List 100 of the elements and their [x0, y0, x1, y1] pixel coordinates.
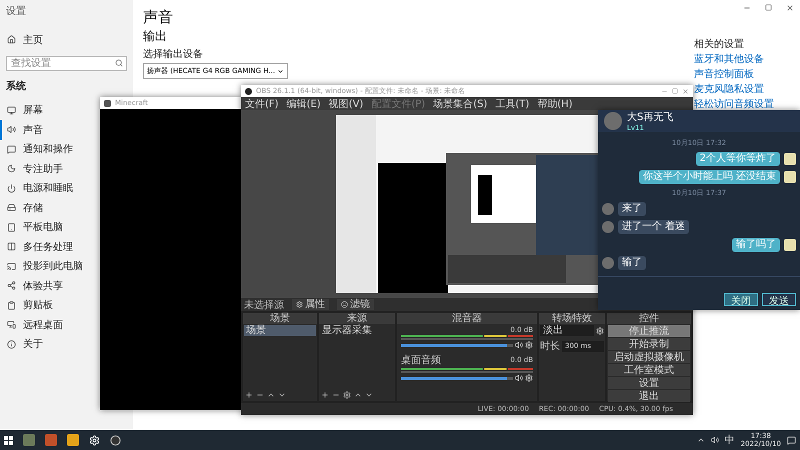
avatar-icon: [604, 112, 622, 130]
avatar-icon: [784, 153, 796, 165]
sidebar-item[interactable]: 投影到此电脑: [0, 256, 87, 276]
home-nav-item[interactable]: 主页: [0, 30, 47, 50]
window-title: 设置: [5, 4, 27, 18]
speaker-icon[interactable]: [515, 374, 523, 382]
search-field[interactable]: 查找设置: [6, 56, 127, 70]
settings-icon[interactable]: [343, 391, 351, 399]
panel-title: 来源: [319, 313, 395, 324]
chat-button[interactable]: 关闭: [724, 293, 758, 306]
panel-title: 混音器: [397, 313, 537, 324]
maximize-icon[interactable]: [765, 4, 772, 11]
home-icon: [7, 35, 16, 44]
chevron-up-icon[interactable]: [696, 436, 705, 444]
nav-icon: [7, 106, 16, 115]
sent-message: 2个人等你等炸了: [696, 152, 780, 166]
menu-item[interactable]: 编辑(E): [286, 96, 321, 110]
notification-icon[interactable]: [787, 436, 796, 444]
received-message: 来了: [618, 202, 646, 216]
sidebar-item[interactable]: 通知和操作: [0, 140, 77, 159]
page-title: 声音: [143, 8, 174, 26]
sidebar-item[interactable]: 存储: [0, 198, 47, 218]
received-message: 输了: [618, 256, 646, 270]
toolbar-button[interactable]: 属性: [292, 299, 329, 310]
related-link[interactable]: 蓝牙和其他设备: [694, 53, 800, 66]
nav-icon: [7, 203, 16, 212]
close-icon[interactable]: [786, 4, 794, 12]
nav-icon: [7, 340, 16, 349]
search-icon: [115, 58, 123, 66]
avatar-icon: [602, 203, 614, 215]
sidebar-item[interactable]: 电源和睡眠: [0, 178, 77, 198]
source-item[interactable]: 显示器采集: [320, 325, 394, 336]
add-icon[interactable]: [245, 391, 253, 399]
related-link[interactable]: 声音控制面板: [694, 68, 800, 81]
sent-message: 输了吗了: [732, 238, 780, 252]
avatar-icon: [784, 171, 796, 183]
menu-item[interactable]: 帮助(H): [537, 96, 573, 110]
scene-item[interactable]: 场景: [244, 325, 316, 336]
control-button[interactable]: 开始录制: [608, 338, 690, 350]
nav-icon: [7, 144, 16, 154]
nav-icon: [7, 125, 16, 134]
nav-icon: [7, 184, 16, 193]
settings-icon[interactable]: [596, 326, 604, 334]
nav-icon: [7, 242, 16, 252]
panel-title: 控件: [607, 313, 691, 324]
transition-dropdown[interactable]: 淡出: [540, 325, 594, 336]
nav-icon: [7, 320, 16, 330]
control-button[interactable]: 启动虚拟摄像机: [608, 351, 690, 363]
nav-icon: [7, 281, 16, 290]
sidebar-item[interactable]: 声音: [0, 120, 47, 140]
toolbar-button[interactable]: 滤镜: [337, 299, 374, 310]
speaker-icon[interactable]: [515, 341, 523, 349]
control-button[interactable]: 设置: [608, 377, 690, 389]
track-name: 桌面音频: [401, 354, 441, 367]
field-label: 选择输出设备: [143, 48, 204, 61]
sidebar-item[interactable]: 专注助手: [0, 159, 67, 178]
sidebar-item[interactable]: 屏幕: [0, 100, 47, 120]
add-icon[interactable]: [321, 391, 329, 399]
maximize-icon[interactable]: [672, 88, 678, 94]
chevron-down-icon[interactable]: [365, 391, 373, 399]
ime-indicator[interactable]: 中: [724, 433, 735, 447]
chat-button[interactable]: 发送: [762, 293, 796, 306]
selection-label: 未选择源: [244, 298, 284, 312]
panel-title: 场景: [243, 313, 317, 324]
control-button[interactable]: 工作室模式: [608, 364, 690, 376]
sidebar-item[interactable]: 多任务处理: [0, 237, 77, 256]
settings-icon[interactable]: [525, 374, 533, 382]
panel-title: 转场特效: [539, 313, 605, 324]
nav-icon: [7, 262, 16, 271]
menu-item[interactable]: 视图(V): [328, 96, 364, 110]
sidebar-item[interactable]: 平板电脑: [0, 218, 67, 237]
received-message: 进了一个 着迷: [618, 220, 690, 234]
sidebar-item[interactable]: 关于: [0, 334, 47, 354]
section-heading: 系统: [5, 80, 27, 92]
gear-icon: [296, 301, 303, 308]
sidebar-item[interactable]: 体验共享: [0, 276, 67, 296]
nav-icon: [7, 300, 16, 310]
chevron-down-icon[interactable]: [278, 391, 286, 399]
chevron-up-icon[interactable]: [267, 391, 275, 399]
control-button[interactable]: 退出: [608, 390, 690, 402]
speaker-icon[interactable]: [710, 436, 719, 444]
sent-message: 你这半个小时能上吗 还没结束: [638, 170, 780, 184]
contact-name: 大S再无飞: [627, 110, 674, 124]
sidebar-item[interactable]: 远程桌面: [0, 315, 67, 334]
field-label: 时长: [540, 340, 560, 353]
nav-icon: [7, 164, 16, 174]
menu-item[interactable]: 工具(T): [495, 96, 530, 110]
menu-item[interactable]: 文件(F): [245, 96, 279, 110]
avatar-icon: [602, 257, 614, 269]
related-link[interactable]: 轻松访问音频设置: [694, 98, 800, 111]
settings-icon[interactable]: [525, 341, 533, 349]
windows-logo-icon[interactable]: [4, 436, 13, 444]
related-heading: 相关的设置: [694, 38, 745, 51]
related-link[interactable]: 麦克风隐私设置: [694, 83, 800, 96]
nav-icon: [7, 222, 16, 232]
avatar-icon: [784, 239, 796, 251]
chevron-up-icon[interactable]: [354, 391, 362, 399]
sidebar-item[interactable]: 剪贴板: [0, 296, 57, 315]
menu-item[interactable]: 场景集合(S): [433, 96, 488, 110]
chevron-down-icon: [277, 68, 284, 74]
